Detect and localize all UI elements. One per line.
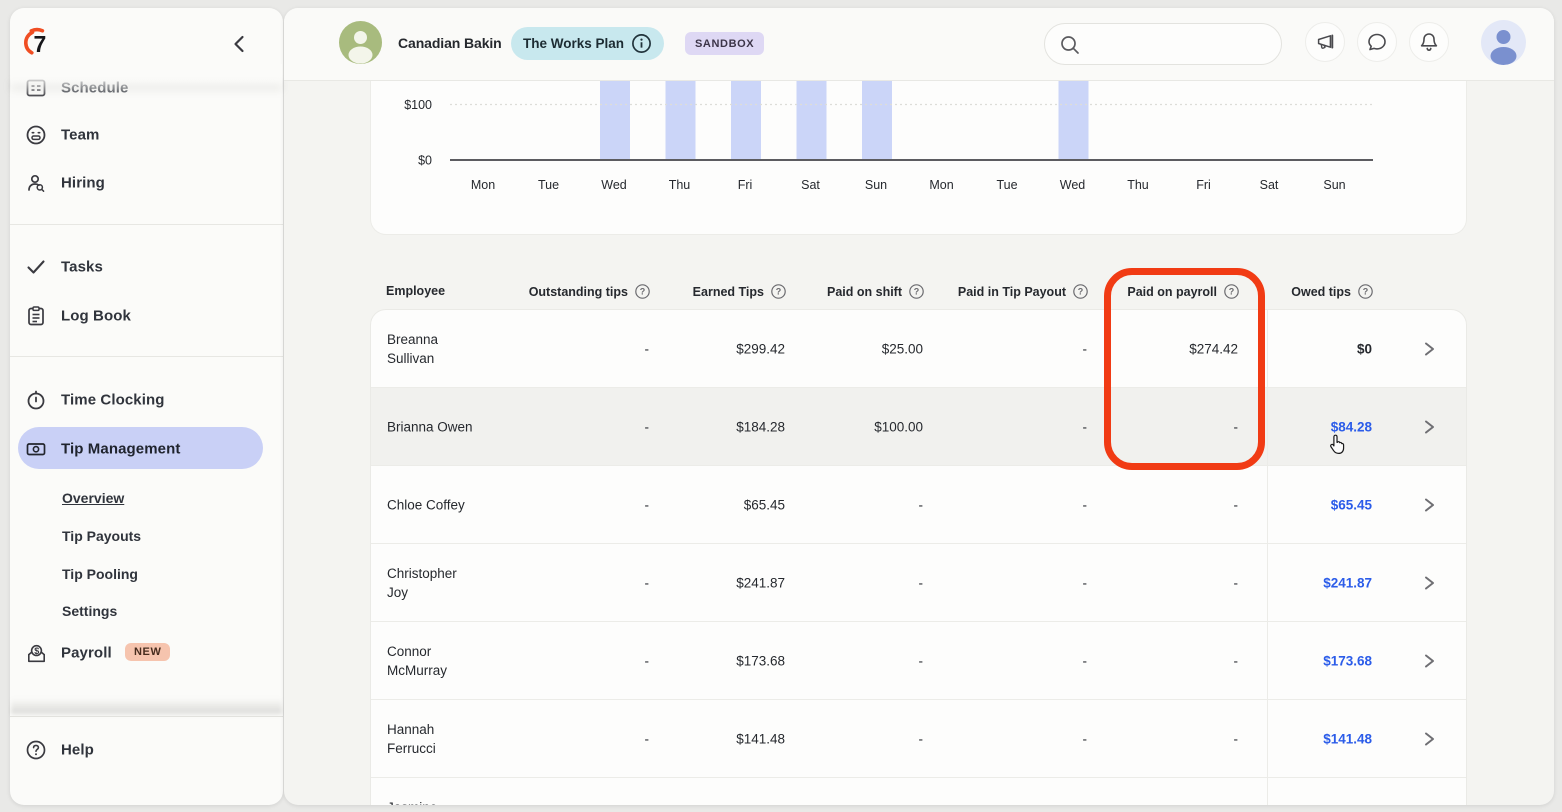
svg-text:Tue: Tue xyxy=(538,178,559,192)
svg-text:Fri: Fri xyxy=(1196,178,1211,192)
svg-text:?: ? xyxy=(1363,287,1369,297)
svg-text:?: ? xyxy=(1078,287,1084,297)
svg-text:Sun: Sun xyxy=(1323,178,1345,192)
svg-text:Tue: Tue xyxy=(996,178,1017,192)
svg-text:Mon: Mon xyxy=(929,178,953,192)
svg-text:Fri: Fri xyxy=(738,178,753,192)
svg-text:Sat: Sat xyxy=(1260,178,1279,192)
svg-text:?: ? xyxy=(914,287,920,297)
svg-text:Sun: Sun xyxy=(865,178,887,192)
svg-text:Sat: Sat xyxy=(801,178,820,192)
svg-text:Thu: Thu xyxy=(669,178,691,192)
svg-text:?: ? xyxy=(776,287,782,297)
svg-text:Wed: Wed xyxy=(1060,178,1086,192)
svg-text:?: ? xyxy=(640,287,646,297)
svg-text:$0: $0 xyxy=(418,154,432,168)
svg-text:$100: $100 xyxy=(404,98,432,112)
svg-text:Thu: Thu xyxy=(1127,178,1149,192)
svg-text:$: $ xyxy=(34,646,39,656)
svg-text:Wed: Wed xyxy=(601,178,627,192)
svg-text:7: 7 xyxy=(34,31,47,57)
svg-text:Mon: Mon xyxy=(471,178,495,192)
